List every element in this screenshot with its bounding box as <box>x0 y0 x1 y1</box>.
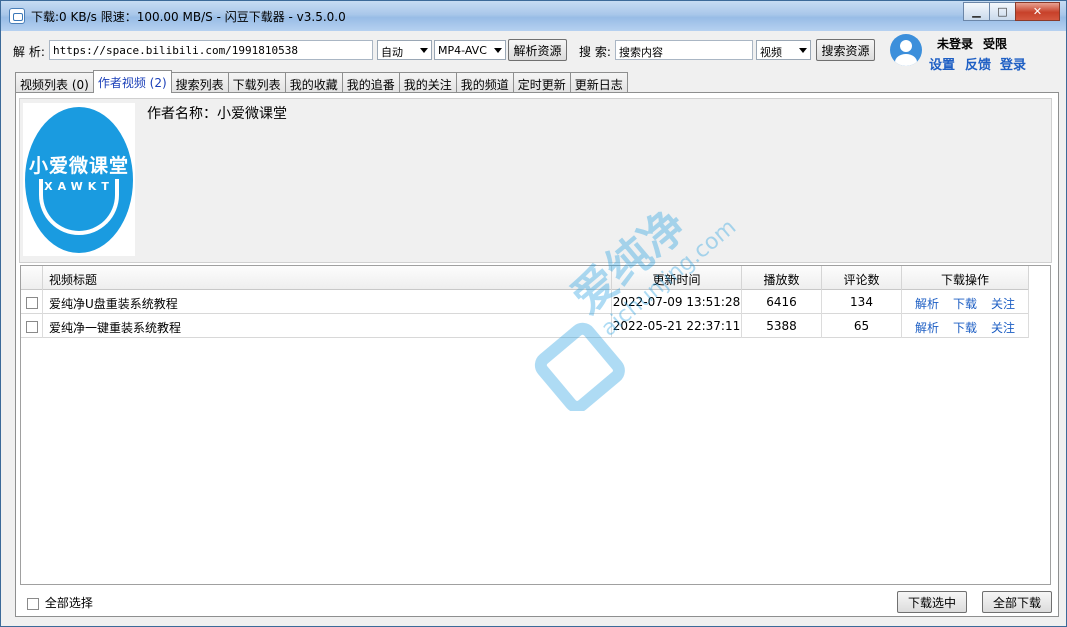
tab-video-list[interactable]: 视频列表 (0) <box>15 72 94 93</box>
header-comments[interactable]: 评论数 <box>822 266 902 290</box>
quality-select-value: 自动 <box>381 46 403 59</box>
row-checkbox[interactable] <box>26 296 38 309</box>
video-table: 视频标题 更新时间 播放数 评论数 下载操作 爱纯净U盘重装系统教程 2022-… <box>20 265 1051 585</box>
select-all-checkbox[interactable] <box>27 597 39 610</box>
login-link[interactable]: 登录 <box>1000 54 1026 73</box>
app-window: 下载:0 KB/s 限速：100.00 MB/S - 闪豆下载器 - v3.5.… <box>0 0 1067 627</box>
tab-search-list[interactable]: 搜索列表 <box>170 72 229 93</box>
row-checkbox-cell <box>21 314 43 338</box>
restriction-status: 受限 <box>983 37 1008 51</box>
close-button[interactable]: ✕ <box>1015 2 1060 21</box>
quality-select[interactable]: 自动 <box>377 40 432 60</box>
table-header: 视频标题 更新时间 播放数 评论数 下载操作 <box>21 266 1029 290</box>
search-resource-button[interactable]: 搜索资源 <box>816 39 875 61</box>
header-plays[interactable]: 播放数 <box>742 266 822 290</box>
row-actions: 解析 下载 关注 <box>902 314 1029 338</box>
table-row[interactable]: 爱纯净一键重装系统教程 2022-05-21 22:37:11 5388 65 … <box>21 314 1029 338</box>
download-all-button[interactable]: 全部下载 <box>982 591 1052 613</box>
chevron-down-icon <box>420 48 428 53</box>
window-title: 下载:0 KB/s 限速：100.00 MB/S - 闪豆下载器 - v3.5.… <box>31 10 346 24</box>
row-title: 爱纯净U盘重装系统教程 <box>43 290 612 314</box>
header-actions[interactable]: 下载操作 <box>902 266 1029 290</box>
logo-smile <box>39 179 119 235</box>
window-controls: ▁ □ ✕ <box>963 2 1060 21</box>
author-name: 作者名称：小爱微课堂 <box>147 106 287 122</box>
row-plays: 6416 <box>742 290 822 314</box>
search-label: 搜 索: <box>579 45 611 59</box>
download-link[interactable]: 下载 <box>953 321 977 335</box>
user-avatar-icon[interactable] <box>890 34 922 66</box>
title-bar[interactable]: 下载:0 KB/s 限速：100.00 MB/S - 闪豆下载器 - v3.5.… <box>1 1 1066 31</box>
row-comments: 65 <box>822 314 902 338</box>
author-logo: 小爱微课堂 XAWKT <box>23 103 135 256</box>
row-comments: 134 <box>822 290 902 314</box>
select-all-label: 全部选择 <box>44 596 93 610</box>
parse-link[interactable]: 解析 <box>915 297 939 311</box>
search-type-select[interactable]: 视频 <box>756 40 811 60</box>
download-selected-button[interactable]: 下载选中 <box>897 591 967 613</box>
maximize-button[interactable]: □ <box>989 2 1016 21</box>
row-updated: 2022-05-21 22:37:11 <box>612 314 742 338</box>
follow-link[interactable]: 关注 <box>991 321 1015 335</box>
app-icon <box>9 8 25 24</box>
select-all[interactable]: 全部选择 <box>27 594 93 611</box>
row-title: 爱纯净一键重装系统教程 <box>43 314 612 338</box>
feedback-link[interactable]: 反馈 <box>965 54 991 73</box>
parse-resource-button[interactable]: 解析资源 <box>508 39 567 61</box>
table-row[interactable]: 爱纯净U盘重装系统教程 2022-07-09 13:51:28 6416 134… <box>21 290 1029 314</box>
format-select-value: MP4-AVC <box>438 44 487 57</box>
row-checkbox[interactable] <box>26 320 38 333</box>
tab-author-videos[interactable]: 作者视频 (2) <box>92 70 172 93</box>
chevron-down-icon <box>799 48 807 53</box>
login-status: 未登录 <box>937 37 974 51</box>
row-updated: 2022-07-09 13:51:28 <box>612 290 742 314</box>
follow-link[interactable]: 关注 <box>991 297 1015 311</box>
header-title[interactable]: 视频标题 <box>43 266 612 290</box>
minimize-button[interactable]: ▁ <box>963 2 990 21</box>
download-link[interactable]: 下载 <box>953 297 977 311</box>
settings-link[interactable]: 设置 <box>929 54 955 73</box>
tab-download-list[interactable]: 下载列表 <box>227 72 286 93</box>
tab-my-favorites[interactable]: 我的收藏 <box>284 72 343 93</box>
tab-my-channels[interactable]: 我的频道 <box>455 72 514 93</box>
parse-link[interactable]: 解析 <box>915 321 939 335</box>
search-type-value: 视频 <box>760 46 782 59</box>
row-actions: 解析 下载 关注 <box>902 290 1029 314</box>
chevron-down-icon <box>494 48 502 53</box>
parse-label: 解 析: <box>13 45 45 59</box>
parse-url-input[interactable]: https://space.bilibili.com/1991810538 <box>49 40 373 60</box>
search-input[interactable]: 搜索内容 <box>615 40 753 60</box>
tab-my-bangumi[interactable]: 我的追番 <box>341 72 400 93</box>
row-checkbox-cell <box>21 290 43 314</box>
tab-changelog[interactable]: 更新日志 <box>569 72 628 93</box>
row-plays: 5388 <box>742 314 822 338</box>
tab-scheduled-update[interactable]: 定时更新 <box>512 72 571 93</box>
logo-title: 小爱微课堂 <box>28 155 129 177</box>
tab-my-follows[interactable]: 我的关注 <box>398 72 457 93</box>
logo-oval: 小爱微课堂 XAWKT <box>25 107 133 253</box>
format-select[interactable]: MP4-AVC <box>434 40 506 60</box>
header-updated[interactable]: 更新时间 <box>612 266 742 290</box>
header-checkbox-col <box>21 266 43 290</box>
main-tabs: 视频列表 (0) 作者视频 (2) 搜索列表 下载列表 我的收藏 我的追番 我的… <box>15 70 628 93</box>
